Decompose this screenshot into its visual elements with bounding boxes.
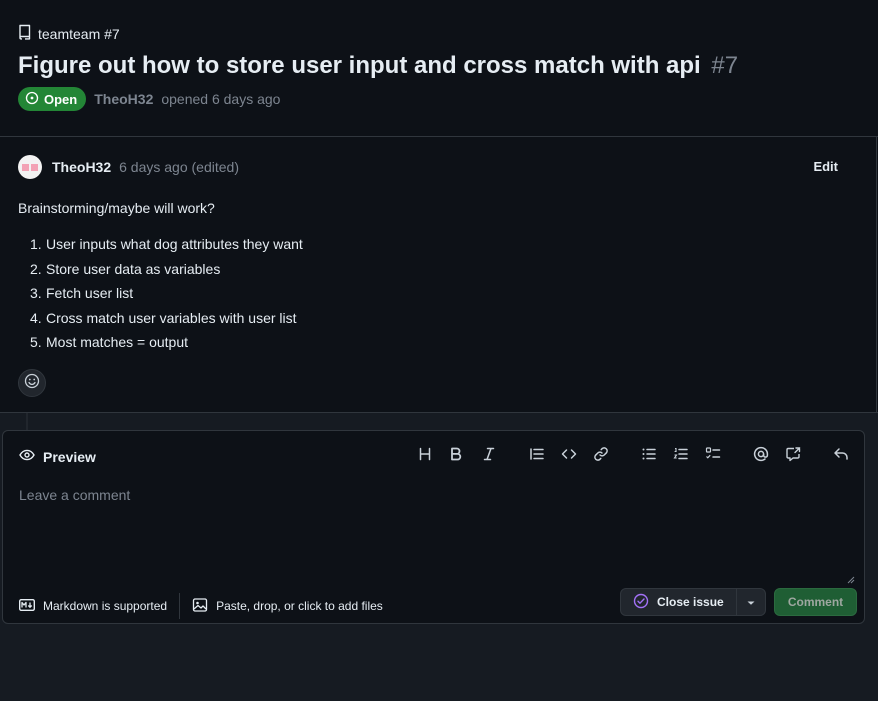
preview-tab-label: Preview: [43, 448, 96, 465]
issue-header: teamteam #7 Figure out how to store user…: [0, 0, 878, 137]
composer-footer: Markdown is supported Paste, drop, or cl…: [18, 593, 383, 619]
list-item: 3. Fetch user list: [30, 285, 303, 310]
avatar[interactable]: [18, 155, 42, 179]
comment-body-intro: Brainstorming/maybe will work?: [18, 200, 215, 216]
divider: [179, 593, 181, 619]
comment-textarea[interactable]: [19, 487, 857, 581]
list-text: Fetch user list: [46, 285, 134, 302]
comment-steps-list: 1. User inputs what dog attributes they w…: [30, 236, 303, 359]
cross-reference-icon: [785, 446, 801, 467]
bold-icon: [448, 446, 464, 467]
unordered-list-button[interactable]: [638, 445, 660, 467]
timeline-line: [26, 413, 28, 431]
list-text: Cross match user variables with user lis…: [46, 309, 297, 326]
list-number: 2.: [30, 260, 42, 277]
issue-page: teamteam #7 Figure out how to store user…: [0, 0, 878, 701]
tab-preview[interactable]: Preview: [19, 447, 96, 466]
italic-button[interactable]: [478, 445, 500, 467]
list-item: 4. Cross match user variables with user l…: [30, 310, 303, 335]
check-circle-icon: [633, 593, 649, 612]
list-text: Most matches = output: [46, 334, 189, 351]
heading-icon: [417, 446, 433, 467]
reply-icon: [833, 446, 849, 467]
attach-files-button[interactable]: Paste, drop, or click to add files: [192, 597, 383, 616]
code-button[interactable]: [558, 445, 580, 467]
comment-timestamp[interactable]: 6 days ago (edited): [119, 159, 239, 175]
issue-title-text: Figure out how to store user input and c…: [18, 52, 701, 79]
resize-handle-icon[interactable]: [847, 571, 855, 584]
list-item: 1. User inputs what dog attributes they w…: [30, 236, 303, 261]
comment-composer: Preview Markdown is supported: [2, 430, 865, 624]
status-label: Open: [44, 91, 78, 107]
link-button[interactable]: [590, 445, 612, 467]
repo-breadcrumb[interactable]: teamteam #7: [18, 24, 120, 43]
list-number: 1.: [30, 236, 42, 252]
smiley-icon: [24, 373, 40, 394]
quote-button[interactable]: [526, 445, 548, 467]
mention-button[interactable]: [750, 445, 772, 467]
issue-open-icon: [25, 91, 39, 108]
task-list-button[interactable]: [702, 445, 724, 467]
close-issue-label: Close issue: [657, 595, 724, 609]
timeline-spacer: [0, 413, 878, 431]
issue-number: #7: [711, 52, 739, 79]
link-icon: [593, 446, 609, 467]
comment-author-link[interactable]: TheoH32: [52, 159, 111, 175]
list-item: 2. Store user data as variables: [30, 261, 303, 286]
issue-author-link[interactable]: TheoH32: [94, 91, 153, 107]
issue-opened-text: opened 6 days ago: [161, 91, 281, 107]
repo-icon: [18, 24, 32, 43]
divider: [876, 137, 877, 413]
unordered-list-icon: [641, 446, 657, 467]
quote-icon: [529, 446, 545, 467]
issue-meta: Open TheoH32 opened 6 days ago: [18, 87, 280, 111]
code-icon: [561, 446, 577, 467]
ordered-list-button[interactable]: [670, 445, 692, 467]
issue-comment: TheoH32 6 days ago (edited) Edit Brainst…: [0, 137, 878, 413]
cross-reference-button[interactable]: [782, 445, 804, 467]
image-icon: [192, 597, 208, 616]
reply-button[interactable]: [830, 445, 852, 467]
eye-icon: [19, 447, 35, 466]
markdown-hint-label: Markdown is supported: [43, 599, 168, 613]
close-issue-button[interactable]: Close issue: [621, 589, 737, 615]
list-number: 4.: [30, 309, 42, 326]
list-item: 5. Most matches = output: [30, 334, 303, 359]
add-reaction-button[interactable]: [18, 369, 46, 397]
markdown-icon: [18, 598, 36, 614]
heading-button[interactable]: [414, 445, 436, 467]
close-options-dropdown[interactable]: [737, 589, 765, 615]
italic-icon: [481, 446, 497, 467]
comment-button[interactable]: Comment: [774, 588, 857, 616]
markdown-hint[interactable]: Markdown is supported: [18, 598, 168, 614]
edit-button[interactable]: Edit: [813, 159, 838, 174]
ordered-list-icon: [673, 446, 689, 467]
repo-label: teamteam #7: [38, 25, 120, 42]
list-text: User inputs what dog attributes they wan…: [46, 236, 303, 252]
list-number: 5.: [30, 334, 42, 351]
issue-title: Figure out how to store user input and c…: [18, 52, 738, 80]
status-badge: Open: [18, 87, 87, 111]
bold-button[interactable]: [445, 445, 467, 467]
comment-header: TheoH32 6 days ago (edited): [18, 155, 239, 179]
chevron-down-icon: [746, 593, 756, 611]
attach-hint-label: Paste, drop, or click to add files: [216, 599, 383, 613]
mention-icon: [753, 446, 769, 467]
task-list-icon: [705, 446, 721, 467]
list-number: 3.: [30, 285, 42, 302]
close-issue-group: Close issue: [620, 588, 766, 616]
list-text: Store user data as variables: [46, 260, 221, 277]
